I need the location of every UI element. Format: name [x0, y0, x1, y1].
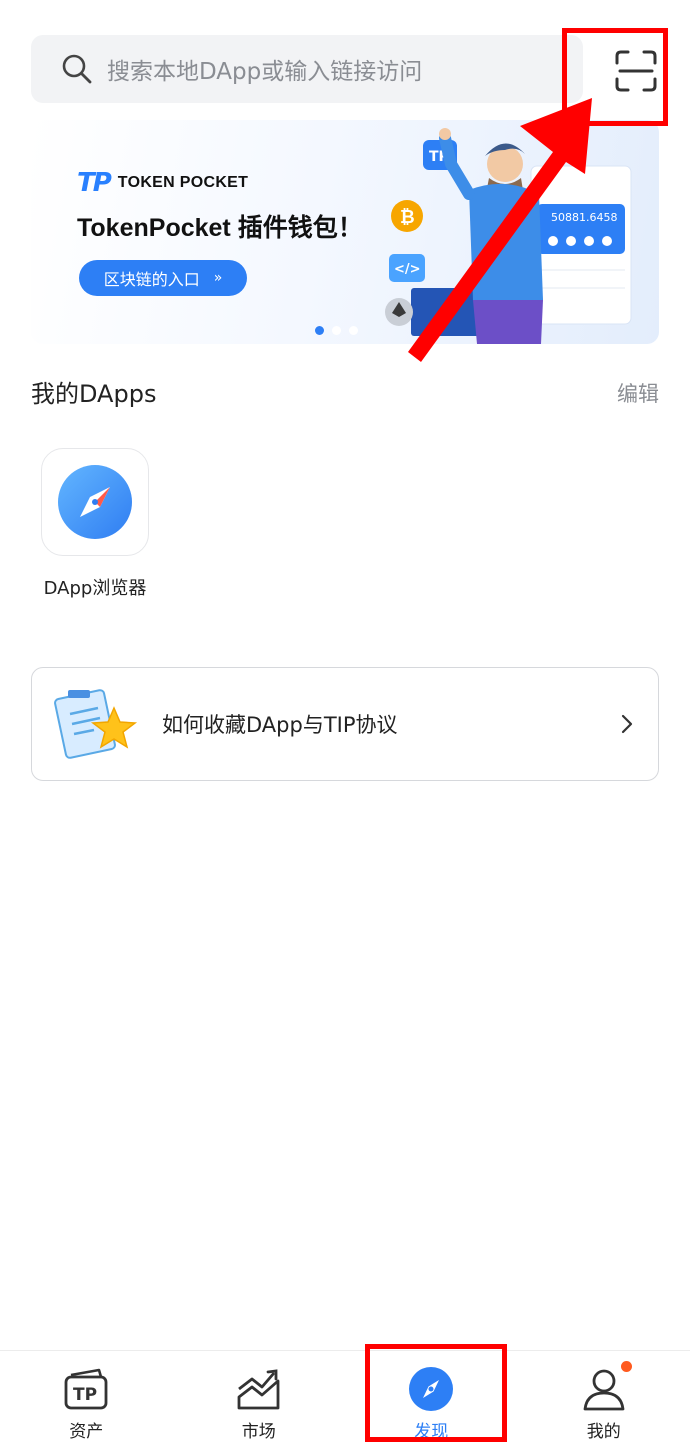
nav-item-market[interactable]: 市场: [173, 1351, 346, 1443]
tip-protocol-card[interactable]: 如何收藏DApp与TIP协议: [31, 667, 659, 781]
bottom-nav: TP 资产 市场 发现 我的: [0, 1350, 690, 1443]
banner-dot: [349, 326, 358, 335]
wallet-balance: 50881.6458: [551, 211, 617, 224]
banner-dot: [332, 326, 341, 335]
my-dapps-title: 我的DApps: [31, 380, 157, 408]
banner-pagination: [315, 326, 358, 335]
compass-icon: [58, 465, 132, 539]
nav-item-assets[interactable]: TP 资产: [0, 1351, 173, 1443]
double-chevron-right-icon: »: [213, 270, 223, 286]
banner-brand: TOKEN POCKET: [117, 174, 249, 191]
dapp-icon-tile: [41, 448, 149, 556]
nav-item-profile[interactable]: 我的: [518, 1351, 690, 1443]
promo-banner[interactable]: TP TOKEN POCKET TokenPocket 插件钱包！ 区块链的入口…: [31, 120, 659, 344]
nav-label: 市场: [241, 1422, 276, 1442]
banner-illustration: 50881.6458 TP ₿ </>: [385, 128, 632, 344]
bookmark-star-icon: [54, 689, 138, 759]
nav-label: 资产: [69, 1422, 104, 1442]
chevron-right-icon: [621, 714, 633, 734]
annotation-box-scan: [562, 28, 668, 126]
svg-text:₿: ₿: [400, 207, 415, 228]
tp-logo-mark: TP: [77, 168, 112, 198]
profile-icon: [580, 1365, 628, 1413]
annotation-box-discover: [365, 1344, 507, 1442]
svg-text:</>: </>: [394, 262, 421, 277]
banner-cta-label: 区块链的入口: [103, 270, 200, 289]
nav-label: 我的: [586, 1422, 621, 1442]
dapp-item-browser[interactable]: DApp浏览器: [31, 448, 159, 600]
market-chart-icon: [235, 1365, 283, 1413]
search-input[interactable]: 搜索本地DApp或输入链接访问: [31, 35, 583, 103]
banner-title: TokenPocket 插件钱包！: [77, 214, 363, 242]
tokenpocket-logo: TP TOKEN POCKET: [77, 168, 248, 198]
banner-cta-button[interactable]: 区块链的入口 »: [79, 260, 247, 296]
search-icon: [62, 54, 92, 84]
dapp-label: DApp浏览器: [43, 578, 147, 599]
tp-wallet-icon: TP: [62, 1365, 110, 1413]
tip-card-text: 如何收藏DApp与TIP协议: [162, 713, 398, 737]
notification-badge: [621, 1361, 632, 1372]
edit-button[interactable]: 编辑: [617, 378, 659, 408]
search-placeholder: 搜索本地DApp或输入链接访问: [107, 59, 423, 85]
svg-text:TP: TP: [73, 1385, 97, 1405]
banner-dot: [315, 326, 324, 335]
